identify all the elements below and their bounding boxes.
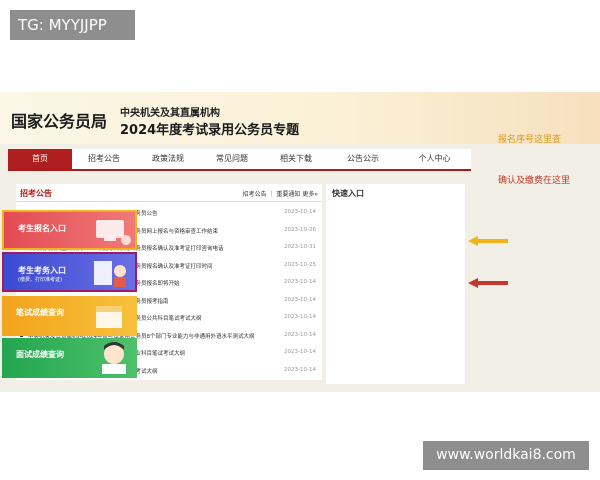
header-subtitle: 中央机关及其直属机构 — [120, 108, 220, 119]
nav-faq[interactable]: 常见问题 — [200, 149, 264, 169]
nav-home[interactable]: 首页 — [8, 149, 72, 169]
annotation-confirm-hint: 确认及缴费在这里 — [498, 176, 571, 186]
exam-affairs-entry-button[interactable]: 考生考务入口 (缴费、打印准考证) — [2, 252, 137, 292]
quick-entry-title: 快速入口 — [332, 189, 364, 198]
announcement-date: 2023-10-14 — [284, 296, 316, 303]
nav-personal[interactable]: 个人中心 — [398, 149, 471, 169]
panel-links[interactable]: 招考公告 ｜ 重要通知 更多» — [243, 189, 318, 198]
announcement-date: 2023-10-31 — [284, 244, 316, 250]
site-logo[interactable]: 国家公务员局 — [11, 108, 107, 132]
exam-affairs-entry-label: 考生考务入口 — [18, 266, 66, 275]
annotation-arrow-1 — [468, 236, 508, 246]
announcement-date: 2023-10-14 — [284, 314, 316, 320]
exam-affairs-entry-sublabel: (缴费、打印准考证) — [18, 277, 62, 283]
header-title: 2024年度考试录用公务员专题 — [120, 123, 300, 138]
quick-entry-panel: 快速入口 — [326, 184, 465, 384]
document-icon — [94, 261, 126, 287]
annotation-arrow-2 — [468, 278, 508, 288]
main-nav: 首页 招考公告 政策法规 常见问题 相关下载 公告公示 个人中心 — [8, 149, 471, 171]
nav-downloads[interactable]: 相关下载 — [264, 149, 328, 169]
announcement-date: 2023-10-14 — [284, 279, 316, 285]
written-score-label: 笔试成绩查询 — [16, 308, 64, 317]
site-watermark: www.worldkai8.com — [423, 441, 589, 470]
divider — [16, 201, 322, 202]
computer-icon — [96, 220, 131, 245]
register-entry-button[interactable]: 考生报名入口 — [2, 210, 137, 250]
nav-notices[interactable]: 公告公示 — [328, 149, 398, 169]
announcement-date: 2023-10-25 — [284, 261, 316, 268]
announcement-date: 2023-10-26 — [284, 226, 316, 233]
nav-announcements[interactable]: 招考公告 — [72, 149, 136, 169]
register-entry-label: 考生报名入口 — [18, 224, 66, 233]
person-icon — [102, 342, 126, 374]
announcement-date: 2023-10-14 — [284, 331, 316, 338]
tg-watermark: TG: MYYJJPP — [10, 10, 135, 40]
annotation-register-hint: 报名序号这里查 — [498, 135, 562, 145]
interview-score-button[interactable]: 面试成绩查询 — [2, 338, 137, 378]
written-score-button[interactable]: 笔试成绩查询 — [2, 296, 137, 336]
nav-policies[interactable]: 政策法规 — [136, 149, 200, 169]
calendar-icon — [96, 306, 122, 328]
announcement-date: 2023-10-14 — [284, 366, 316, 373]
panel-title: 招考公告 — [20, 189, 52, 198]
announcement-date: 2023-10-14 — [284, 349, 316, 355]
announcement-date: 2023-10-14 — [284, 209, 316, 215]
interview-score-label: 面试成绩查询 — [16, 350, 64, 359]
